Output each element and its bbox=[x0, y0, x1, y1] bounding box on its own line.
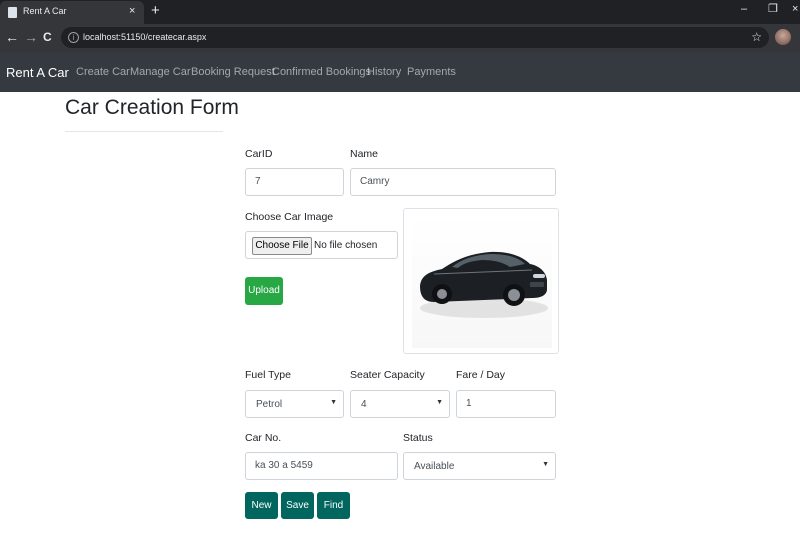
page-icon bbox=[8, 7, 17, 18]
car-no-input[interactable]: ka 30 a 5459 bbox=[245, 452, 398, 480]
fuel-type-label: Fuel Type bbox=[245, 369, 291, 381]
fuel-type-value: Petrol bbox=[256, 399, 283, 410]
seater-capacity-value: 4 bbox=[361, 399, 367, 410]
status-label: Status bbox=[403, 432, 433, 444]
fuel-type-select[interactable]: Petrol ▼ bbox=[245, 390, 344, 418]
restore-icon[interactable]: ❐ bbox=[768, 2, 778, 16]
fare-input[interactable]: 1 bbox=[456, 390, 556, 418]
new-button[interactable]: New bbox=[245, 492, 278, 519]
status-value: Available bbox=[414, 461, 455, 472]
address-bar[interactable]: i localhost:51150/createcar.aspx ☆ bbox=[61, 27, 769, 48]
info-icon[interactable]: i bbox=[68, 32, 79, 43]
find-button[interactable]: Find bbox=[317, 492, 350, 519]
nav-link-history[interactable]: History bbox=[367, 66, 401, 78]
car-headlight bbox=[533, 274, 545, 278]
name-label: Name bbox=[350, 148, 379, 160]
file-status-text: No file chosen bbox=[314, 240, 378, 251]
save-button[interactable]: Save bbox=[281, 492, 314, 519]
fare-label: Fare / Day bbox=[456, 369, 506, 381]
bookmark-star-icon[interactable]: ☆ bbox=[751, 29, 762, 45]
car-image-label: Choose Car Image bbox=[245, 211, 334, 223]
choose-file-button[interactable]: Choose File bbox=[252, 237, 312, 255]
car-photo bbox=[412, 216, 552, 348]
seater-capacity-select[interactable]: 4 ▼ bbox=[350, 390, 450, 418]
app-navbar: Rent A Car Create Car Manage Car Booking… bbox=[0, 52, 800, 92]
tab-title: Rent A Car bbox=[23, 6, 67, 16]
upload-button[interactable]: Upload bbox=[245, 277, 283, 305]
nav-link-create-car[interactable]: Create Car bbox=[76, 66, 130, 78]
car-id-input[interactable]: 7 bbox=[245, 168, 344, 196]
nav-link-manage-car[interactable]: Manage Car bbox=[130, 66, 191, 78]
status-select[interactable]: Available ▼ bbox=[403, 452, 556, 480]
minimize-icon[interactable]: – bbox=[741, 2, 747, 16]
name-input[interactable]: Camry bbox=[350, 168, 556, 196]
car-rear-wheel-rim bbox=[437, 289, 447, 299]
car-image-preview bbox=[403, 208, 559, 354]
profile-avatar[interactable] bbox=[775, 29, 791, 45]
title-divider bbox=[65, 131, 223, 132]
dropdown-arrow-icon: ▼ bbox=[330, 399, 337, 406]
car-grille bbox=[530, 282, 544, 287]
url-text[interactable]: localhost:51150/createcar.aspx bbox=[83, 32, 206, 42]
browser-toolbar: ← → C i localhost:51150/createcar.aspx ☆ bbox=[0, 24, 800, 52]
new-tab-icon[interactable]: + bbox=[151, 1, 160, 21]
car-image-file-input[interactable]: Choose File No file chosen bbox=[245, 231, 398, 259]
page-title: Car Creation Form bbox=[65, 96, 239, 119]
browser-tabstrip: Rent A Car × + – ❐ × bbox=[0, 0, 800, 24]
back-icon[interactable]: ← bbox=[5, 29, 19, 45]
nav-link-booking-request[interactable]: Booking Request bbox=[191, 66, 275, 78]
forward-icon[interactable]: → bbox=[24, 29, 38, 45]
brand-link[interactable]: Rent A Car bbox=[6, 65, 69, 80]
reload-icon[interactable]: C bbox=[43, 29, 52, 45]
nav-link-confirmed-bookings[interactable]: Confirmed Bookings bbox=[272, 66, 371, 78]
window-close-icon[interactable]: × bbox=[792, 2, 798, 16]
tab-close-icon[interactable]: × bbox=[129, 4, 135, 18]
seater-capacity-label: Seater Capacity bbox=[350, 369, 425, 381]
car-front-wheel-rim bbox=[508, 289, 520, 301]
dropdown-arrow-icon: ▼ bbox=[436, 399, 443, 406]
car-no-label: Car No. bbox=[245, 432, 282, 444]
car-id-label: CarID bbox=[245, 148, 273, 160]
browser-tab[interactable]: Rent A Car × bbox=[0, 1, 144, 24]
nav-link-payments[interactable]: Payments bbox=[407, 66, 456, 78]
dropdown-arrow-icon: ▼ bbox=[542, 461, 549, 468]
